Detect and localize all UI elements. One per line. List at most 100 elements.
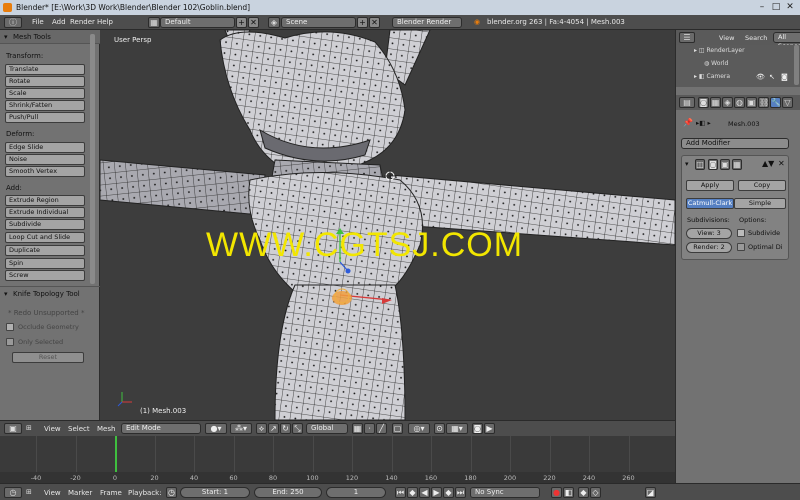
screw-button[interactable]: Screw — [5, 270, 85, 281]
snap-toggle-icon[interactable]: ⊙ — [434, 423, 445, 434]
screen-layout-icon[interactable]: ▦ — [148, 17, 160, 28]
outliner-item-camera[interactable]: ▸ ◧ Camera — [694, 73, 730, 80]
delete-keyframe-icon[interactable]: ◇ — [590, 487, 601, 498]
show-editmode-icon[interactable]: ▦ — [732, 159, 742, 170]
viewport-select-menu[interactable]: Select — [68, 425, 90, 433]
only-selected-checkbox[interactable] — [6, 338, 14, 346]
remove-modifier-icon[interactable]: ✕ — [778, 159, 785, 168]
visibility-eye-icon[interactable]: 👁 — [756, 73, 765, 81]
record-icon[interactable]: ● — [551, 487, 562, 498]
render-engine-select[interactable]: Blender Render — [392, 17, 462, 28]
layers-context-icon[interactable]: ▦ — [710, 97, 721, 108]
subdivide-uvs-checkbox[interactable] — [737, 229, 745, 237]
scene-add-icon[interactable]: + — [357, 17, 368, 28]
world-context-icon[interactable]: ◍ — [734, 97, 745, 108]
timeline-view-menu[interactable]: View — [44, 489, 61, 497]
next-keyframe-icon[interactable]: ◆ — [443, 487, 454, 498]
sync-mode-select[interactable]: No Sync — [470, 487, 540, 498]
layout-add-icon[interactable]: + — [236, 17, 247, 28]
timeline-editor-icon[interactable]: ◷ — [4, 487, 22, 498]
outliner-search-menu[interactable]: Search — [745, 34, 767, 42]
outliner-item-renderlayer[interactable]: ▸ ◫ RenderLayer — [694, 47, 745, 54]
constraints-context-icon[interactable]: ⛓ — [758, 97, 769, 108]
end-frame-field[interactable]: End: 250 — [254, 487, 322, 498]
start-frame-field[interactable]: Start: 1 — [180, 487, 250, 498]
object-context-icon[interactable]: ▣ — [746, 97, 757, 108]
render-camera-icon[interactable]: ◙ — [781, 73, 788, 81]
spin-button[interactable]: Spin — [5, 258, 85, 269]
jump-start-icon[interactable]: ⏮ — [395, 487, 406, 498]
outliner-scope-select[interactable]: All Scenes — [773, 32, 800, 50]
manipulator-toggle-icon[interactable]: ⟡ — [256, 423, 267, 434]
scene-field[interactable]: Scene — [281, 17, 356, 28]
outliner-scrollbar[interactable] — [794, 45, 799, 85]
menu-add[interactable]: Add — [52, 18, 66, 26]
push-pull-button[interactable]: Push/Pull — [5, 112, 85, 123]
modifiers-wrench-icon[interactable]: 🔧 — [770, 97, 781, 108]
edge-slide-button[interactable]: Edge Slide — [5, 142, 85, 153]
add-modifier-select[interactable]: Add Modifier — [681, 138, 789, 149]
mesh-tools-panel-header[interactable]: ▾ Mesh Tools — [0, 30, 100, 44]
subdivide-button[interactable]: Subdivide — [5, 219, 85, 230]
shading-mode-icon[interactable]: ●▾ — [205, 423, 227, 434]
shrink-fatten-button[interactable]: Shrink/Fatten — [5, 100, 85, 111]
keying-set-icon[interactable]: ◧ — [563, 487, 574, 498]
toolshelf-scrollbar[interactable] — [90, 34, 95, 284]
smooth-vertex-button[interactable]: Smooth Vertex — [5, 166, 85, 177]
menu-help[interactable]: Help — [97, 18, 113, 26]
select-arrow-icon[interactable]: ↖ — [769, 73, 775, 81]
preview-range-icon[interactable]: ◷ — [166, 487, 177, 498]
operator-collapse-icon[interactable]: ▾ — [4, 290, 8, 298]
menu-file[interactable]: File — [32, 18, 44, 26]
mode-select[interactable]: Edit Mode — [121, 423, 201, 434]
viewport-editor-icon[interactable]: ▣ — [4, 423, 22, 434]
translate-button[interactable]: Translate — [5, 64, 85, 75]
minimize-icon[interactable]: – — [756, 2, 768, 12]
optimal-display-checkbox[interactable] — [737, 243, 745, 251]
jump-end-icon[interactable]: ⏭ — [455, 487, 466, 498]
orientation-select[interactable]: Global — [306, 423, 348, 434]
pivot-point-icon[interactable]: ⁂▾ — [230, 423, 252, 434]
occlude-geometry-checkbox[interactable] — [6, 323, 14, 331]
noise-button[interactable]: Noise — [5, 154, 85, 165]
close-icon[interactable]: ✕ — [784, 2, 796, 12]
edge-select-icon[interactable]: ╱ — [376, 423, 387, 434]
snap-element-icon[interactable]: ▦▾ — [446, 423, 468, 434]
timeline-playback-menu[interactable]: Playback: — [128, 489, 162, 497]
viewport-view-menu[interactable]: View — [44, 425, 61, 433]
outliner-view-menu[interactable]: View — [719, 34, 734, 42]
extrude-individual-button[interactable]: Extrude Individual — [5, 207, 85, 218]
scene-icon[interactable]: ◈ — [268, 17, 280, 28]
layer-icon[interactable]: ▦ — [352, 423, 363, 434]
proportional-edit-icon[interactable]: ◎▾ — [408, 423, 430, 434]
extrude-region-button[interactable]: Extrude Region — [5, 195, 85, 206]
screen-maximize-icon[interactable]: ◪ — [645, 487, 656, 498]
pin-icon[interactable]: 📌 — [683, 118, 693, 127]
header-collapse-icon[interactable]: ⊞ — [26, 424, 32, 432]
translate-manipulator-icon[interactable]: ↗ — [268, 423, 279, 434]
outliner-item-world[interactable]: ◍ World — [704, 60, 728, 67]
timeline-frame-menu[interactable]: Frame — [100, 489, 122, 497]
insert-keyframe-icon[interactable]: ◆ — [578, 487, 589, 498]
limit-selection-icon[interactable]: ▢ — [392, 423, 403, 434]
outliner-editor-icon[interactable]: ☰ — [679, 32, 695, 43]
show-render-icon[interactable]: ◙ — [708, 159, 718, 170]
vertex-select-icon[interactable]: ⋅ — [364, 423, 375, 434]
scene-remove-icon[interactable]: ✕ — [369, 17, 380, 28]
loop-cut-button[interactable]: Loop Cut and Slide — [5, 232, 85, 243]
scale-manipulator-icon[interactable]: ⤡ — [292, 423, 303, 434]
opengl-anim-icon[interactable]: ▶ — [484, 423, 495, 434]
scene-context-icon[interactable]: ◈ — [722, 97, 733, 108]
maximize-icon[interactable]: □ — [770, 2, 782, 12]
layout-remove-icon[interactable]: ✕ — [248, 17, 259, 28]
render-context-icon[interactable]: ◙ — [698, 97, 709, 108]
current-frame-field[interactable]: 1 — [326, 487, 386, 498]
play-reverse-icon[interactable]: ◀ — [419, 487, 430, 498]
menu-render[interactable]: Render — [70, 18, 95, 26]
timeline-collapse-icon[interactable]: ⊞ — [26, 488, 32, 496]
data-context-icon[interactable]: ▽ — [782, 97, 793, 108]
rotate-manipulator-icon[interactable]: ↻ — [280, 423, 291, 434]
copy-button[interactable]: Copy — [738, 180, 786, 191]
rotate-button[interactable]: Rotate — [5, 76, 85, 87]
timeline-marker-menu[interactable]: Marker — [68, 489, 92, 497]
